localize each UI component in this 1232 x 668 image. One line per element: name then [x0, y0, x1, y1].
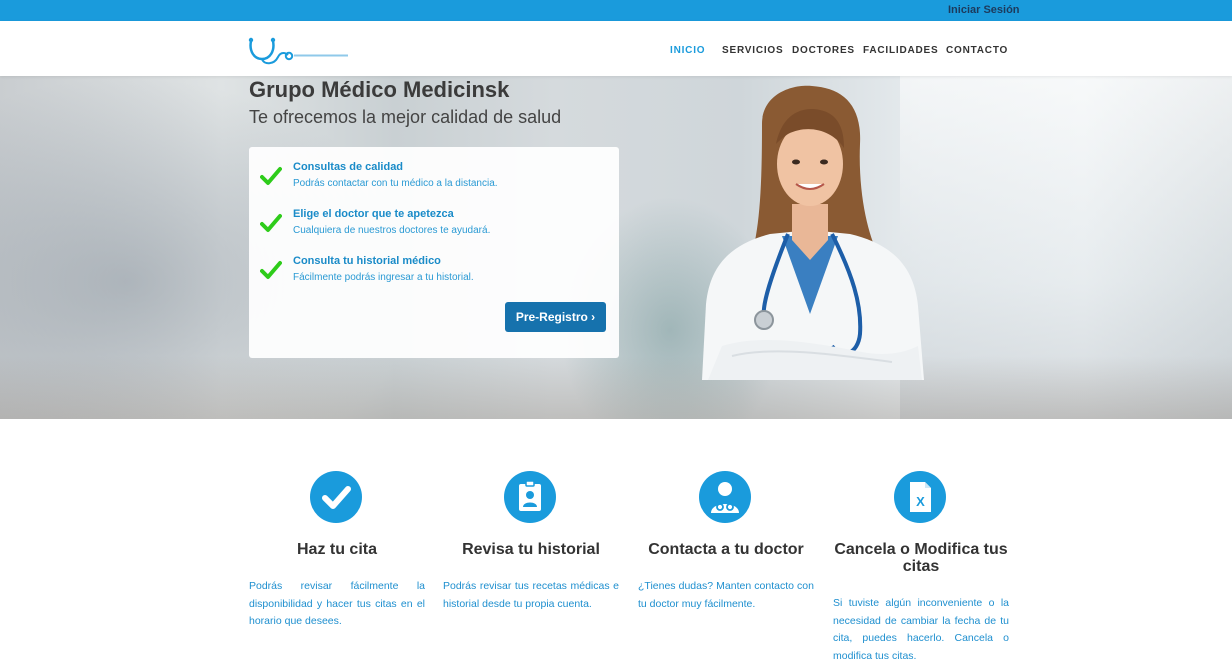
service-icon-circle[interactable]: X [894, 471, 946, 523]
service-title: Revisa tu historial [462, 541, 600, 558]
nav-item-doctores[interactable]: DOCTORES [792, 45, 855, 56]
feature-title: Consultas de calidad [293, 161, 404, 173]
hero-subtitle: Te ofrecemos la mejor calidad de salud [249, 107, 562, 127]
top-bar: Iniciar Sesión [0, 0, 1232, 21]
service-description: Podrás revisar tus recetas médicas e his… [443, 580, 619, 610]
feature-description: Podrás contactar con tu médico a la dist… [293, 178, 498, 189]
feature-description: Cualquiera de nuestros doctores te ayuda… [293, 225, 491, 236]
hero-title: Grupo Médico Medicinsk [249, 77, 510, 102]
service-description: ¿Tienes dudas? Manten contacto con tu do… [638, 580, 814, 610]
hero-banner: Grupo Médico Medicinsk Te ofrecemos la m… [0, 76, 1232, 419]
service-icon-circle[interactable] [504, 471, 556, 523]
nav-item-contacto[interactable]: CONTACTO [946, 45, 1008, 56]
excel-file-icon: X [910, 482, 931, 512]
feature-item: Elige el doctor que te apetezca Cualquie… [249, 208, 619, 248]
hospital-floor [0, 356, 1232, 419]
login-link[interactable]: Iniciar Sesión [948, 4, 1020, 16]
check-icon [260, 167, 282, 185]
nav-item-servicios[interactable]: SERVICIOS [722, 45, 783, 56]
doctor-image [702, 85, 924, 380]
service-icon-circle[interactable] [699, 471, 751, 523]
main-navbar: INICIO SERVICIOS DOCTORES FACILIDADES CO… [0, 21, 1232, 76]
nav-item-inicio[interactable]: INICIO [670, 45, 705, 56]
service-description: Si tuviste algún inconveniente o la nece… [833, 597, 1009, 662]
stethoscope-logo[interactable] [248, 35, 350, 67]
feature-description: Fácilmente podrás ingresar a tu historia… [293, 272, 474, 283]
feature-title: Consulta tu historial médico [293, 255, 441, 267]
feature-item: Consultas de calidad Podrás contactar co… [249, 161, 619, 201]
features-panel: Consultas de calidad Podrás contactar co… [249, 147, 619, 358]
service-icon-circle[interactable] [310, 471, 362, 523]
nav-item-facilidades[interactable]: FACILIDADES [863, 45, 938, 56]
feature-title: Elige el doctor que te apetezca [293, 208, 454, 220]
check-icon [260, 214, 282, 232]
id-card-icon [519, 480, 541, 511]
doctor-icon [711, 482, 739, 513]
service-title: Cancela o Modifica tus citas [834, 541, 1008, 575]
feature-item: Consulta tu historial médico Fácilmente … [249, 255, 619, 295]
service-description: Podrás revisar fácilmente la disponibili… [249, 580, 425, 627]
pre-registro-button[interactable]: Pre-Registro › [505, 302, 606, 332]
service-title: Haz tu cita [296, 541, 377, 558]
svg-text:X: X [916, 494, 925, 509]
service-title: Contacta a tu doctor [648, 541, 804, 558]
check-icon [322, 486, 351, 509]
check-icon [260, 261, 282, 279]
